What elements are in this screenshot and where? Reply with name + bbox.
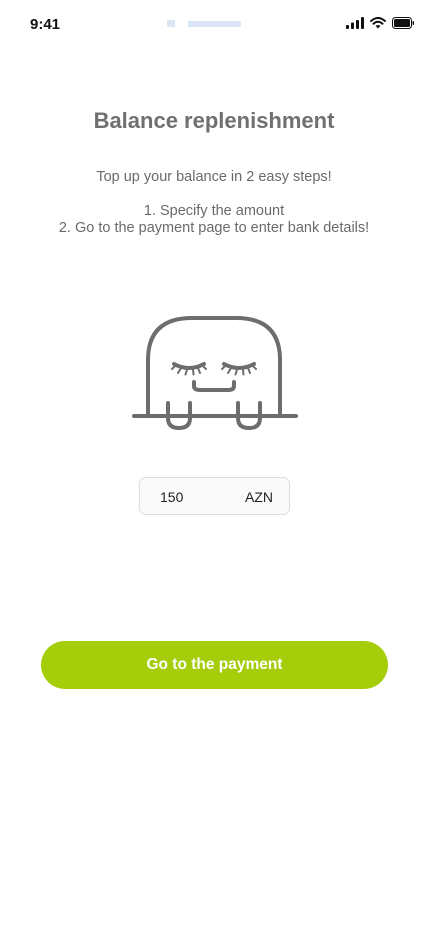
notch-dot bbox=[167, 20, 175, 27]
steps-list: 1. Specify the amount 2. Go to the payme… bbox=[0, 203, 428, 237]
status-bar: 9:41 bbox=[0, 0, 428, 50]
go-to-payment-button[interactable]: Go to the payment bbox=[41, 641, 388, 689]
wifi-icon bbox=[370, 16, 386, 34]
battery-icon bbox=[392, 16, 414, 34]
currency-label: AZN bbox=[245, 489, 273, 505]
page-subtitle: Top up your balance in 2 easy steps! bbox=[96, 169, 332, 185]
sleepy-ghost-mascot-icon bbox=[130, 314, 298, 434]
status-icons bbox=[346, 16, 414, 34]
amount-value[interactable]: 150 bbox=[160, 489, 183, 505]
status-time: 9:41 bbox=[30, 16, 61, 33]
go-to-payment-label: Go to the payment bbox=[146, 656, 283, 673]
page-title: Balance replenishment bbox=[93, 108, 335, 133]
amount-input[interactable]: 150 AZN bbox=[139, 477, 290, 515]
step-item: 2. Go to the payment page to enter bank … bbox=[58, 220, 370, 236]
notch-bar bbox=[188, 21, 241, 27]
cellular-signal-icon bbox=[346, 16, 364, 34]
step-item: 1. Specify the amount bbox=[143, 203, 285, 219]
